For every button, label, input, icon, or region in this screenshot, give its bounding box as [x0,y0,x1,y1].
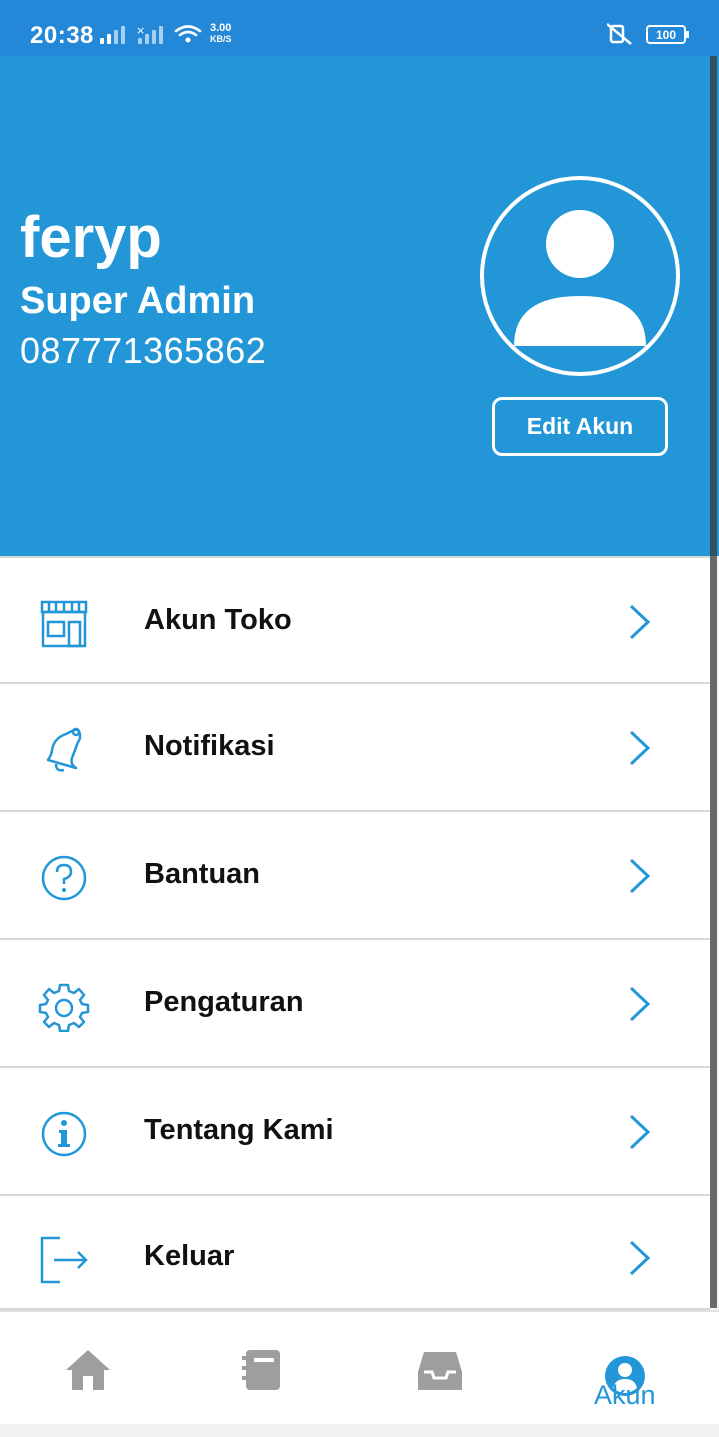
menu-label: Keluar [144,1240,235,1272]
system-nav-area [0,1424,719,1437]
info-icon [41,1111,87,1157]
account-menu: Akun Toko Notifikasi Bantuan Pengaturan … [0,556,710,1310]
logout-icon [40,1236,88,1284]
menu-item-pengaturan[interactable]: Pengaturan [0,940,710,1068]
help-icon [41,855,87,901]
menu-item-bantuan[interactable]: Bantuan [0,812,710,940]
svg-text:×: × [136,24,145,37]
status-bar: 20:38 × 3.00 KB/S 100 [0,0,719,56]
avatar[interactable] [480,176,680,376]
battery-level: 100 [656,28,676,42]
signal-icons: × [100,24,202,44]
person-icon [514,210,646,346]
menu-label: Tentang Kami [144,1114,334,1146]
status-right-icons: 100 [607,23,689,45]
gear-icon [38,983,90,1032]
store-icon [40,600,88,648]
menu-item-tentang-kami[interactable]: Tentang Kami [0,1068,710,1196]
menu-label: Notifikasi [144,730,275,762]
network-speed: 3.00 KB/S [210,22,232,45]
home-icon[interactable] [60,1312,116,1426]
inbox-icon[interactable] [416,1312,464,1426]
chevron-right-icon [629,730,651,766]
chevron-right-icon [629,604,651,640]
chevron-right-icon [629,986,651,1022]
chevron-right-icon [629,1114,651,1150]
menu-label: Pengaturan [144,986,304,1018]
menu-item-notifikasi[interactable]: Notifikasi [0,684,710,812]
menu-item-akun-toko[interactable]: Akun Toko [0,556,710,684]
bell-icon [46,727,82,772]
notebook-icon[interactable] [240,1312,284,1426]
chevron-right-icon [629,858,651,894]
status-time: 20:38 [30,22,94,49]
edit-account-button[interactable]: Edit Akun [492,397,668,456]
user-role: Super Admin [20,280,256,322]
menu-label: Bantuan [144,858,260,890]
profile-header: feryp Super Admin 087771365862 Edit Akun [0,56,719,556]
menu-label: Akun Toko [144,604,292,636]
user-phone: 087771365862 [20,330,267,371]
user-name: feryp [20,205,162,270]
chevron-right-icon [629,1240,651,1276]
scrollbar[interactable] [710,56,717,1308]
menu-item-keluar[interactable]: Keluar [0,1196,710,1310]
mute-vibrate-icon [607,23,632,45]
nav-akun-label[interactable]: Akun [594,1380,656,1411]
